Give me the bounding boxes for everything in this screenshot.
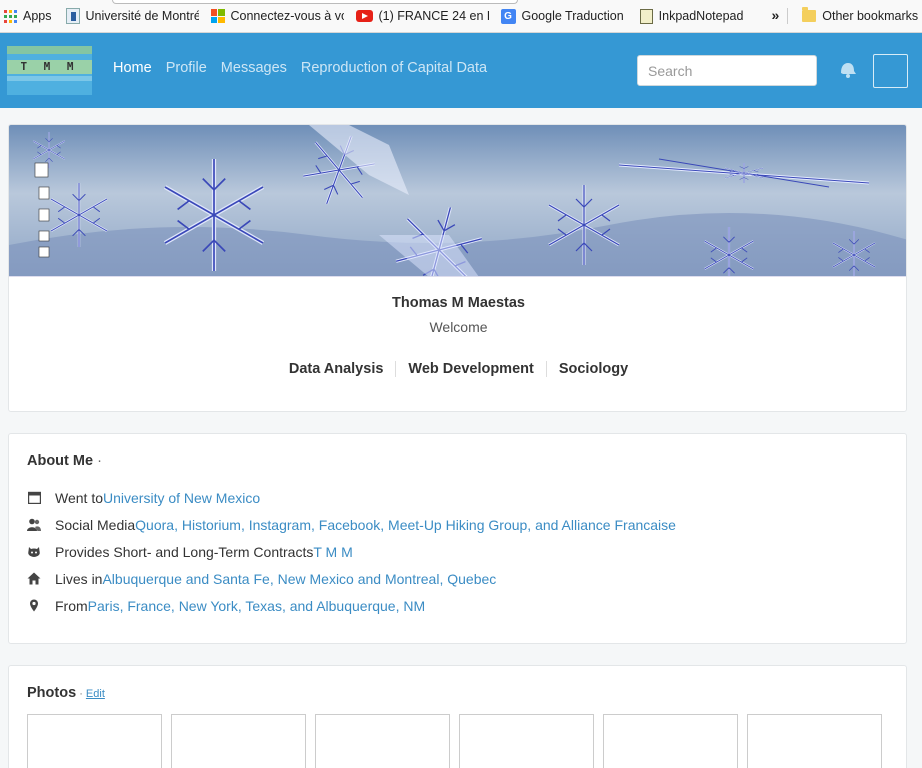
bookmark-label: InkpadNotepad: [658, 9, 744, 23]
interest-sociology: Sociology: [545, 361, 640, 377]
photos-separator: ·: [76, 688, 86, 700]
location-icon: [27, 599, 41, 613]
about-item-contracts: Provides Short- and Long-Term Contracts …: [27, 538, 676, 565]
google-translate-icon: G: [500, 8, 516, 24]
microsoft-icon: [210, 9, 225, 23]
about-item-social-media: Social Media Quora, Historium, Instagram,…: [27, 511, 676, 538]
photos-edit-link[interactable]: Edit: [86, 688, 105, 700]
profile-name: Thomas M Maestas: [392, 295, 525, 311]
photo-thumbnail[interactable]: [171, 714, 306, 768]
bookmark-label: Other bookmarks: [822, 9, 919, 23]
about-item-text: Social Media: [55, 516, 136, 533]
about-me-title: About Me: [27, 453, 94, 469]
bookmark-microsoft[interactable]: Connectez-vous à vo: [205, 0, 350, 32]
about-item-text: From: [55, 597, 88, 614]
about-item-origin: From Paris, France, New York, Texas, and…: [27, 592, 676, 619]
universite-icon: [65, 8, 80, 24]
nav-reproduction-of-capital-data[interactable]: Reproduction of Capital Data: [301, 60, 487, 76]
nav-links: Home Profile Messages Reproduction of Ca…: [113, 60, 487, 76]
photos-heading: Photos · Edit: [27, 685, 105, 701]
about-item-education: Went to University of New Mexico: [27, 484, 676, 511]
github-icon: [27, 545, 41, 559]
apps-icon: [4, 9, 17, 23]
photo-thumbnail[interactable]: [747, 714, 882, 768]
bookmark-label: Google Traduction: [521, 9, 624, 23]
youtube-icon: [355, 10, 373, 22]
bookmark-inkpad[interactable]: InkpadNotepad: [630, 0, 750, 32]
nav-home[interactable]: Home: [113, 60, 152, 76]
photo-thumbnail[interactable]: [27, 714, 162, 768]
users-icon: [27, 518, 41, 532]
about-item-text: Lives in: [55, 570, 103, 587]
site-logo[interactable]: T M M: [7, 46, 92, 95]
bookmarks-bar: Apps Université de Montré Connectez-vous…: [0, 0, 922, 33]
photos-title: Photos: [27, 685, 77, 701]
bookmark-apps[interactable]: Apps: [0, 0, 58, 32]
calendar-icon: [27, 491, 41, 505]
bookmark-label: Connectez-vous à vo: [230, 9, 344, 23]
home-icon: [27, 572, 41, 586]
about-me-heading: About Me ·: [27, 453, 102, 469]
interests-list: Data Analysis Web Development Sociology: [9, 361, 906, 377]
interest-data-analysis: Data Analysis: [288, 361, 384, 377]
notifications-bell-icon[interactable]: [838, 60, 858, 80]
photo-thumbnail[interactable]: [315, 714, 450, 768]
bookmarks-overflow-button[interactable]: »: [761, 8, 789, 24]
bookmark-france24[interactable]: (1) FRANCE 24 en Dir: [350, 0, 495, 32]
about-item-text: Provides Short- and Long-Term Contracts: [55, 543, 314, 560]
bookmark-google-traduction[interactable]: G Google Traduction: [495, 0, 630, 32]
bookmark-label: (1) FRANCE 24 en Dir: [378, 9, 489, 23]
search-input[interactable]: [637, 55, 817, 86]
user-menu-button[interactable]: [873, 54, 908, 88]
photo-thumbnail[interactable]: [459, 714, 594, 768]
notepad-icon: [639, 8, 653, 24]
photos-card: Photos · Edit: [8, 665, 907, 768]
cover-photo: [9, 125, 906, 277]
about-item-text: Went to: [55, 489, 103, 506]
bookmark-label: Université de Montré: [85, 9, 199, 23]
navbar: T M M Home Profile Messages Reproduction…: [0, 33, 922, 108]
bookmark-other[interactable]: Other bookmarks: [788, 0, 922, 32]
contracts-link[interactable]: T M M: [313, 544, 352, 560]
photo-thumbnail[interactable]: [603, 714, 738, 768]
about-item-residence: Lives in Albuquerque and Santa Fe, New M…: [27, 565, 676, 592]
origin-link[interactable]: Paris, France, New York, Texas, and Albu…: [88, 598, 425, 614]
logo-text: T M M: [7, 60, 92, 74]
folder-icon: [802, 7, 817, 22]
about-me-separator: ·: [97, 453, 102, 469]
nav-messages[interactable]: Messages: [221, 60, 287, 76]
bookmark-universite[interactable]: Université de Montré: [58, 0, 205, 32]
interest-web-development: Web Development: [395, 361, 545, 377]
about-me-card: About Me · Went to University of New Mex…: [8, 433, 907, 644]
profile-header-card: Thomas M Maestas Welcome Data Analysis W…: [8, 124, 907, 412]
bookmark-apps-label: Apps: [23, 9, 52, 23]
education-link[interactable]: University of New Mexico: [103, 490, 260, 506]
nav-profile[interactable]: Profile: [166, 60, 207, 76]
social-media-link[interactable]: Quora, Historium, Instagram, Facebook, M…: [135, 517, 676, 533]
about-me-list: Went to University of New Mexico Social …: [27, 484, 676, 619]
residence-link[interactable]: Albuquerque and Santa Fe, New Mexico and…: [102, 571, 496, 587]
profile-tagline: Welcome: [429, 319, 488, 335]
tab-strip-edge: [112, 0, 518, 4]
